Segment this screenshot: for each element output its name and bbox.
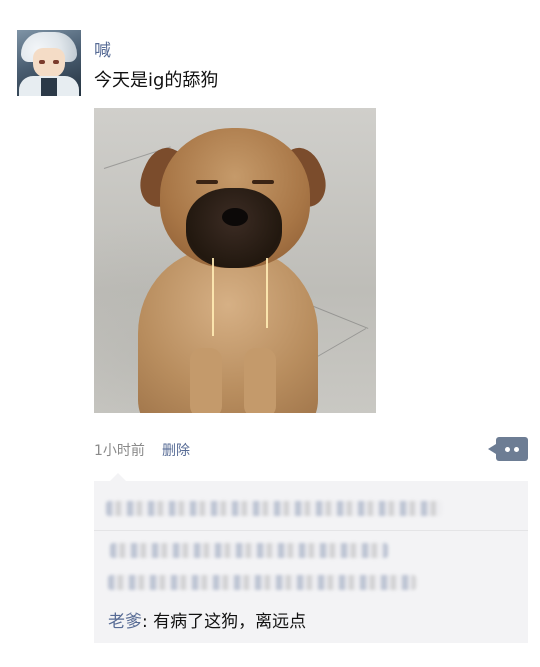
post-photo[interactable] xyxy=(94,108,376,413)
dog-muzzle xyxy=(186,188,282,268)
comment-item[interactable]: 老爹: 有病了这狗，离远点 xyxy=(108,607,306,632)
avatar-collar xyxy=(41,78,57,96)
drool-strand xyxy=(266,258,268,328)
drool-strand xyxy=(212,258,214,336)
author-name[interactable]: 喊 xyxy=(94,36,111,61)
author-avatar[interactable] xyxy=(17,30,81,96)
dog-body xyxy=(138,248,318,413)
comment-author[interactable]: 老爹 xyxy=(108,612,142,632)
ground-crack xyxy=(313,328,367,359)
dot xyxy=(514,447,519,452)
more-dots-icon[interactable] xyxy=(488,437,528,461)
dot xyxy=(505,447,510,452)
post-text: 今天是ig的舔狗 xyxy=(94,70,219,91)
comment-text: 有病了这狗，离远点 xyxy=(147,612,307,632)
post-time: 1小时前 xyxy=(94,443,145,459)
blurred-comment xyxy=(110,543,388,558)
comment-divider xyxy=(94,530,528,531)
avatar-eye xyxy=(53,60,59,64)
avatar-eye xyxy=(39,60,45,64)
dog-leg xyxy=(244,348,276,413)
dog-leg xyxy=(190,348,222,413)
dog-eye xyxy=(252,180,274,184)
dog-eye xyxy=(196,180,218,184)
avatar-face xyxy=(33,48,65,78)
blurred-likes xyxy=(106,501,442,516)
blurred-comment xyxy=(108,575,416,590)
dog-nose xyxy=(222,208,248,226)
delete-button[interactable]: 删除 xyxy=(162,440,190,460)
